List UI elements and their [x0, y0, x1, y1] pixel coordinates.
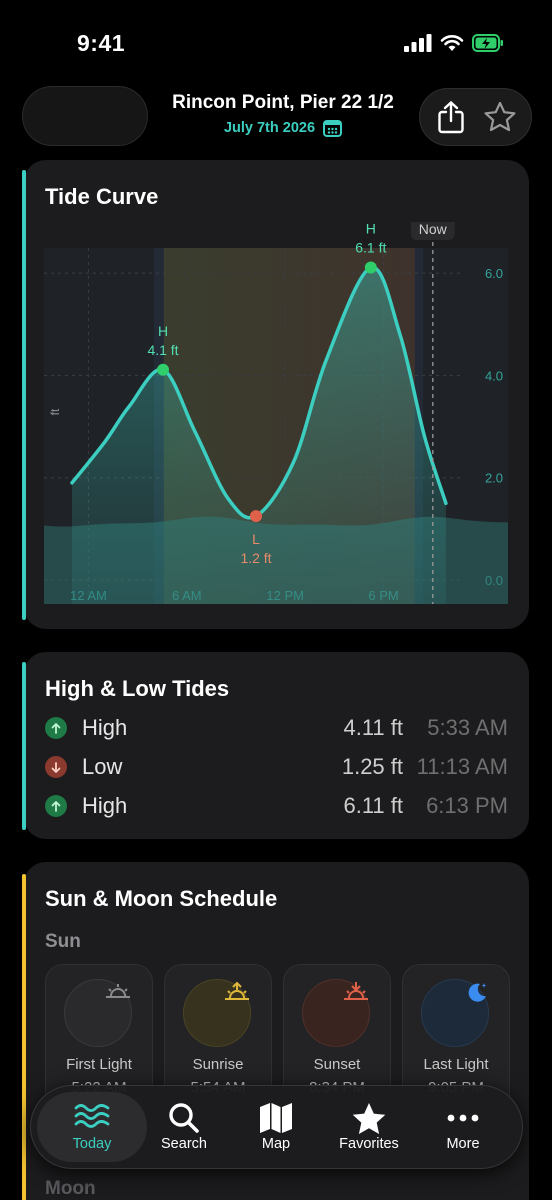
extremum-value-label: 4.1 ft	[147, 342, 178, 358]
tide-type: Low	[82, 754, 123, 779]
sun-section-label: Sun	[45, 931, 81, 952]
sunset-label: Sunset	[313, 1056, 361, 1073]
battery-charging-icon	[472, 34, 503, 52]
tide-type: High	[82, 793, 128, 818]
tab-bar: Today Search Map Favorites More	[30, 1085, 523, 1169]
tide-height: 1.25 ft	[341, 754, 403, 779]
sun-card-accent	[22, 874, 26, 1200]
tab-more-label: More	[446, 1136, 480, 1152]
tide-curve-card: Tide Curve 0.02.04.06.012 AM6 AM12 PM6 P…	[24, 160, 529, 629]
cellular-signal-icon	[404, 34, 432, 52]
tab-today-label: Today	[72, 1136, 112, 1152]
tide-time: 6:13 PM	[426, 793, 508, 818]
sunset-icon	[344, 982, 368, 1000]
tab-map[interactable]: Map	[230, 1092, 322, 1162]
tide-row: Low 1.25 ft 11:13 AM	[45, 752, 508, 782]
first-light-label: First Light	[66, 1056, 132, 1073]
tab-search[interactable]: Search	[138, 1092, 230, 1162]
header: Rincon Point, Pier 22 1/2 July 7th 2026	[0, 86, 552, 148]
tide-time: 5:33 AM	[427, 715, 508, 740]
tide-time: 11:13 AM	[416, 754, 508, 779]
tide-height: 4.11 ft	[343, 715, 403, 740]
tab-today[interactable]: Today	[37, 1092, 147, 1162]
map-icon	[260, 1103, 292, 1133]
high-tide-marker	[157, 363, 170, 376]
now-label: Now	[419, 222, 448, 237]
y-axis-unit: ft	[48, 408, 62, 415]
high-low-title: High & Low Tides	[45, 676, 230, 701]
y-tick-label: 2.0	[485, 471, 503, 486]
back-button-placeholder[interactable]	[22, 86, 148, 146]
share-button[interactable]	[430, 96, 472, 138]
tide-card-accent	[22, 170, 26, 620]
tab-search-label: Search	[161, 1136, 207, 1152]
high-low-card-accent	[22, 662, 26, 830]
header-actions	[419, 88, 532, 146]
extremum-value-label: 1.2 ft	[240, 550, 271, 566]
tab-more[interactable]: More	[417, 1092, 509, 1162]
arrow-up-icon	[45, 795, 67, 817]
tide-height: 6.11 ft	[343, 793, 403, 818]
last-light-label: Last Light	[423, 1056, 489, 1073]
date-label: July 7th 2026	[223, 120, 316, 136]
search-icon	[169, 1103, 199, 1133]
moon-section-label: Moon	[45, 1178, 96, 1199]
tide-type: High	[82, 715, 128, 740]
status-bar: 9:41	[0, 0, 552, 90]
date-picker[interactable]: July 7th 2026	[150, 119, 416, 137]
first-light-icon	[106, 984, 130, 998]
share-icon	[438, 101, 464, 134]
extremum-value-label: 6.1 ft	[355, 240, 386, 256]
extremum-kind-label: H	[158, 323, 168, 339]
y-tick-label: 4.0	[485, 368, 503, 383]
sunrise-icon	[225, 981, 249, 1000]
moon-icon	[468, 983, 487, 1002]
wifi-icon	[440, 35, 464, 51]
tab-favorites-label: Favorites	[339, 1136, 399, 1152]
tab-map-label: Map	[261, 1136, 291, 1152]
arrow-up-icon	[45, 717, 67, 739]
y-tick-label: 6.0	[485, 266, 503, 281]
extremum-kind-label: L	[252, 531, 260, 547]
tide-row: High 4.11 ft 5:33 AM	[45, 713, 508, 743]
tide-row: High 6.11 ft 6:13 PM	[45, 791, 508, 821]
status-icons	[404, 34, 504, 52]
sunrise-label: Sunrise	[192, 1056, 244, 1073]
location-title: Rincon Point, Pier 22 1/2	[172, 92, 394, 113]
star-outline-icon	[484, 101, 516, 132]
low-tide-marker	[250, 510, 263, 523]
tab-favorites[interactable]: Favorites	[323, 1092, 415, 1162]
calendar-icon	[323, 120, 343, 137]
status-time: 9:41	[77, 30, 126, 56]
arrow-down-icon	[45, 756, 67, 778]
tide-curve-title: Tide Curve	[45, 184, 159, 209]
tide-chart: 0.02.04.06.012 AM6 AM12 PM6 PMftNowH4.1 …	[44, 222, 508, 604]
high-tide-marker	[364, 261, 377, 274]
more-icon	[447, 1114, 479, 1122]
high-low-card: High & Low Tides High 4.11 ft 5:33 AM Low 1.…	[24, 652, 529, 839]
favorite-button[interactable]	[479, 96, 521, 138]
sun-moon-title: Sun & Moon Schedule	[45, 886, 278, 911]
waves-icon	[74, 1104, 110, 1128]
extremum-kind-label: H	[366, 222, 376, 237]
star-icon	[352, 1103, 386, 1134]
